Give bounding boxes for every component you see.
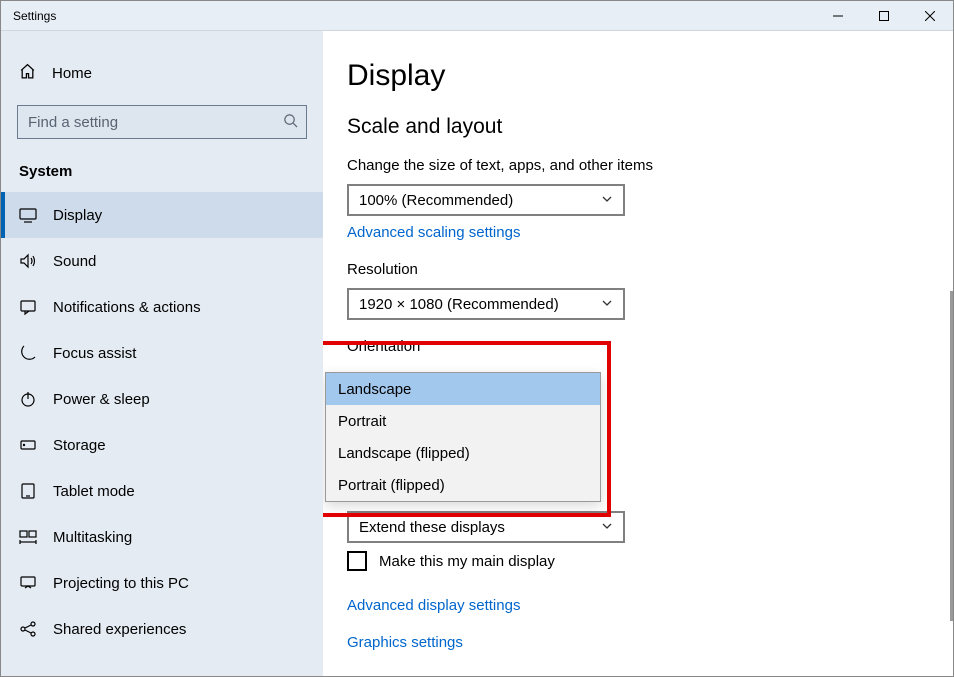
sidebar-item-display[interactable]: Display [1, 192, 323, 238]
sidebar-item-focus-assist[interactable]: Focus assist [1, 330, 323, 376]
close-button[interactable] [907, 1, 953, 30]
chevron-down-icon [601, 192, 613, 208]
sidebar-item-label: Sound [53, 253, 96, 270]
orientation-option-landscape[interactable]: Landscape [326, 373, 600, 405]
sidebar-item-power-sleep[interactable]: Power & sleep [1, 376, 323, 422]
search-box[interactable] [17, 105, 307, 139]
sidebar-item-multitasking[interactable]: Multitasking [1, 514, 323, 560]
sidebar-item-tablet-mode[interactable]: Tablet mode [1, 468, 323, 514]
chevron-down-icon [601, 519, 613, 535]
multitasking-icon [19, 528, 37, 546]
sidebar-item-label: Notifications & actions [53, 299, 201, 316]
orientation-label: Orientation [347, 338, 953, 355]
resolution-label: Resolution [347, 261, 953, 278]
search-icon [283, 113, 298, 131]
sidebar-item-notifications[interactable]: Notifications & actions [1, 284, 323, 330]
notifications-icon [19, 298, 37, 316]
sidebar-item-projecting[interactable]: Projecting to this PC [1, 560, 323, 606]
maximize-button[interactable] [861, 1, 907, 30]
content-area: Display Scale and layout Change the size… [323, 31, 953, 676]
main-display-checkbox-row[interactable]: Make this my main display [347, 551, 953, 571]
multiple-displays-value: Extend these displays [359, 519, 505, 536]
sidebar-item-sound[interactable]: Sound [1, 238, 323, 284]
home-icon [19, 63, 36, 83]
search-input[interactable] [18, 106, 306, 138]
multiple-displays-dropdown[interactable]: Extend these displays [347, 511, 625, 543]
orientation-popup: Landscape Portrait Landscape (flipped) P… [325, 372, 601, 502]
projecting-icon [19, 574, 37, 592]
display-icon [19, 206, 37, 224]
focus-icon [19, 344, 37, 362]
resolution-dropdown[interactable]: 1920 × 1080 (Recommended) [347, 288, 625, 320]
sidebar-item-label: Display [53, 207, 102, 224]
shared-icon [19, 620, 37, 638]
advanced-display-link[interactable]: Advanced display settings [347, 597, 520, 614]
tablet-icon [19, 482, 37, 500]
titlebar: Settings [1, 1, 953, 31]
orientation-option-portrait[interactable]: Portrait [326, 405, 600, 437]
storage-icon [19, 436, 37, 454]
orientation-option-portrait-flipped[interactable]: Portrait (flipped) [326, 469, 600, 501]
sidebar-item-label: Multitasking [53, 529, 132, 546]
home-label: Home [52, 65, 92, 82]
sidebar-item-label: Power & sleep [53, 391, 150, 408]
chevron-down-icon [601, 296, 613, 312]
window-title: Settings [1, 9, 815, 23]
home-button[interactable]: Home [1, 49, 323, 97]
page-title: Display [347, 59, 953, 93]
section-title: Scale and layout [347, 115, 953, 139]
main-display-label: Make this my main display [379, 553, 555, 570]
sound-icon [19, 252, 37, 270]
scrollbar[interactable] [949, 31, 953, 676]
sidebar-item-label: Projecting to this PC [53, 575, 189, 592]
orientation-option-landscape-flipped[interactable]: Landscape (flipped) [326, 437, 600, 469]
sidebar-category: System [1, 155, 323, 192]
sidebar-item-label: Storage [53, 437, 106, 454]
sidebar-item-shared-experiences[interactable]: Shared experiences [1, 606, 323, 652]
resolution-value: 1920 × 1080 (Recommended) [359, 296, 559, 313]
scale-label: Change the size of text, apps, and other… [347, 157, 953, 174]
minimize-button[interactable] [815, 1, 861, 30]
sidebar-item-label: Focus assist [53, 345, 136, 362]
checkbox-icon[interactable] [347, 551, 367, 571]
scale-dropdown[interactable]: 100% (Recommended) [347, 184, 625, 216]
graphics-settings-link[interactable]: Graphics settings [347, 634, 463, 651]
sidebar-item-storage[interactable]: Storage [1, 422, 323, 468]
power-icon [19, 390, 37, 408]
sidebar-item-label: Tablet mode [53, 483, 135, 500]
scrollbar-thumb[interactable] [950, 291, 953, 621]
advanced-scaling-link[interactable]: Advanced scaling settings [347, 224, 520, 241]
sidebar-item-label: Shared experiences [53, 621, 186, 638]
scale-value: 100% (Recommended) [359, 192, 513, 209]
sidebar: Home System Display Sound [1, 31, 323, 676]
